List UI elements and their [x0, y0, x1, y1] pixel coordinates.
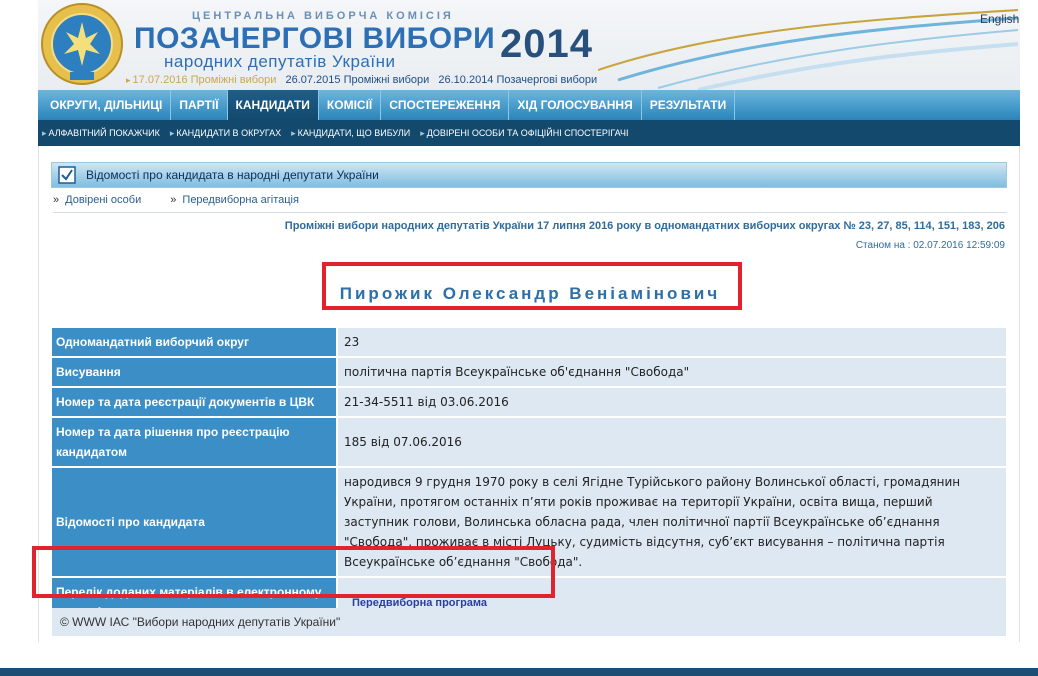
raquo-icon: »: [53, 194, 60, 206]
section-title: Відомості про кандидата в народні депута…: [86, 168, 379, 182]
row-label: Одномандатний виборчий округ: [52, 328, 338, 356]
english-language-link[interactable]: English: [980, 12, 1019, 26]
red-highlight-box-materials: [32, 546, 555, 598]
footer-copyright: © WWW ІАС "Вибори народних депутатів Укр…: [52, 608, 1006, 636]
nav-commissions[interactable]: КОМІСІЇ: [319, 90, 382, 120]
raquo-icon: »: [170, 194, 177, 206]
election-title-main: ПОЗАЧЕРГОВІ ВИБОРИ: [134, 22, 496, 55]
page: { "header": { "commission": "ЦЕНТРАЛЬНА …: [0, 0, 1038, 676]
commission-name: ЦЕНТРАЛЬНА ВИБОРЧА КОМІСІЯ: [192, 10, 454, 22]
decorative-swoosh: [598, 9, 1018, 90]
checkbox-icon: [58, 166, 76, 184]
nav-voting-progress[interactable]: ХІД ГОЛОСУВАННЯ: [509, 90, 642, 120]
table-row: Одномандатний виборчий округ 23: [52, 328, 1006, 356]
subnav-trusted-persons[interactable]: ДОВІРЕНІ ОСОБИ ТА ОФІЦІЙНІ СПОСТЕРІГАЧІ: [420, 120, 638, 146]
nav-districts[interactable]: ОКРУГИ, ДІЛЬНИЦІ: [42, 90, 172, 120]
table-row: Номер та дата рішення про реєстрацію кан…: [52, 418, 1006, 466]
nav-observation[interactable]: СПОСТЕРЕЖЕННЯ: [381, 90, 510, 120]
row-value: 23: [338, 328, 1006, 356]
nav-candidates[interactable]: КАНДИДАТИ: [227, 90, 319, 120]
row-value: 21-34-5511 від 03.06.2016: [338, 388, 1006, 416]
section-header: Відомості про кандидата в народні депута…: [51, 162, 1007, 188]
subnav-candidates-in-districts[interactable]: КАНДИДАТИ В ОКРУГАХ: [170, 120, 291, 146]
divider: [53, 212, 1007, 213]
subnav-alphabetical-index[interactable]: АЛФАВІТНИЙ ПОКАЖЧИК: [42, 120, 170, 146]
election-link-2014[interactable]: 26.10.2014 Позачергові вибори: [438, 74, 597, 86]
bottom-bar: [0, 668, 1038, 676]
election-link-2015[interactable]: 26.07.2015 Проміжні вибори: [285, 74, 429, 86]
nav-results[interactable]: РЕЗУЛЬТАТИ: [642, 90, 736, 120]
election-year: 2014: [500, 22, 593, 66]
candidate-links: » Довірені особи » Передвиборна агітація: [53, 194, 325, 206]
as-of-timestamp: Станом на : 02.07.2016 12:59:09: [855, 240, 1005, 251]
table-row: Номер та дата реєстрації документів в ЦВ…: [52, 388, 1006, 416]
row-label: Номер та дата реєстрації документів в ЦВ…: [52, 388, 338, 416]
row-label: Висування: [52, 358, 338, 386]
sub-nav: АЛФАВІТНИЙ ПОКАЖЧИК КАНДИДАТИ В ОКРУГАХ …: [38, 120, 1020, 146]
election-link-2016[interactable]: 17.07.2016 Проміжні вибори: [126, 74, 276, 86]
site-header: ЦЕНТРАЛЬНА ВИБОРЧА КОМІСІЯ ПОЗАЧЕРГОВІ В…: [38, 0, 1020, 90]
campaigning-link[interactable]: Передвиборна агітація: [182, 194, 299, 206]
row-value: політична партія Всеукраїнське об'єднанн…: [338, 358, 1006, 386]
trusted-persons-link[interactable]: Довірені особи: [65, 194, 141, 206]
row-label: Номер та дата рішення про реєстрацію кан…: [52, 418, 338, 466]
table-row: Висування політична партія Всеукраїнське…: [52, 358, 1006, 386]
subnav-withdrawn-candidates[interactable]: КАНДИДАТИ, ЩО ВИБУЛИ: [291, 120, 420, 146]
elections-links: 17.07.2016 Проміжні вибори 26.07.2015 Пр…: [126, 74, 603, 86]
election-subtitle: народних депутатів України: [164, 52, 396, 71]
election-description: Проміжні вибори народних депутатів Украї…: [284, 220, 1005, 232]
row-value: 185 від 07.06.2016: [338, 418, 1006, 466]
content-area: Відомості про кандидата в народні депута…: [32, 146, 1020, 642]
red-highlight-box-name: [322, 262, 742, 310]
main-nav: ОКРУГИ, ДІЛЬНИЦІ ПАРТІЇ КАНДИДАТИ КОМІСІ…: [38, 90, 1020, 120]
nav-parties[interactable]: ПАРТІЇ: [171, 90, 228, 120]
cvk-seal-logo[interactable]: [40, 2, 124, 86]
